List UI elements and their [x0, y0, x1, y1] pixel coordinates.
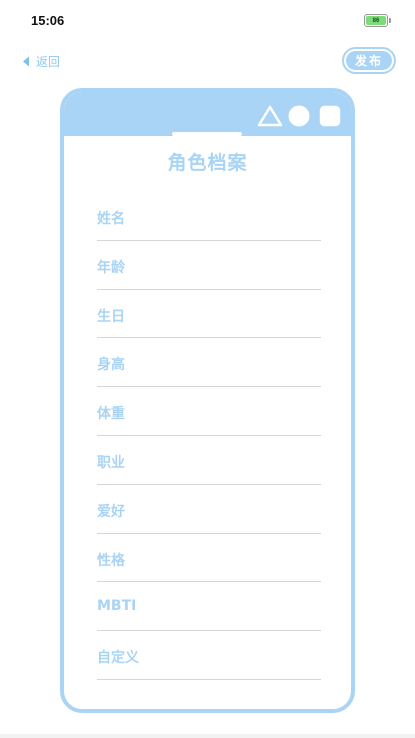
field-list: 姓名 年龄 生日 身高 体重 职业 爱好 性格 MBTI 自定义 — [97, 192, 321, 680]
field-name[interactable]: 姓名 — [97, 192, 321, 241]
field-label: 体重 — [97, 406, 125, 423]
field-label: 姓名 — [97, 211, 125, 227]
field-age[interactable]: 年龄 — [97, 241, 321, 290]
back-button[interactable]: 返回 — [22, 53, 60, 70]
circle-icon — [288, 105, 310, 131]
field-label: 性格 — [97, 552, 125, 569]
square-icon — [319, 105, 341, 131]
field-label: MBTI — [97, 598, 137, 615]
back-label: 返回 — [36, 55, 61, 69]
field-mbti[interactable]: MBTI — [97, 582, 321, 632]
field-label: 身高 — [97, 357, 125, 374]
battery-level: 86 — [372, 17, 380, 24]
profile-card: 角色档案 姓名 年龄 生日 身高 体重 职业 爱好 性格 MBTI 自定义 — [60, 88, 355, 713]
battery-fill: 86 — [366, 16, 386, 25]
field-hobby[interactable]: 爱好 — [97, 485, 321, 534]
field-occupation[interactable]: 职业 — [97, 436, 321, 485]
publish-button[interactable]: 发布 — [342, 47, 396, 74]
triangle-icon — [257, 105, 283, 131]
field-label: 年龄 — [97, 259, 125, 276]
field-label: 职业 — [97, 454, 125, 471]
field-custom[interactable]: 自定义 — [97, 631, 321, 680]
field-personality[interactable]: 性格 — [97, 534, 321, 583]
header-notch — [172, 132, 242, 136]
battery-icon: 86 — [364, 14, 388, 27]
field-weight[interactable]: 体重 — [97, 387, 321, 436]
status-time: 15:06 — [31, 13, 65, 28]
field-label: 爱好 — [97, 503, 125, 520]
card-title: 角色档案 — [167, 152, 248, 174]
field-label: 自定义 — [97, 650, 139, 667]
publish-label: 发布 — [346, 51, 392, 70]
battery-tip — [389, 18, 391, 23]
field-label: 生日 — [97, 308, 125, 325]
chevron-left-icon — [22, 56, 30, 67]
card-header — [64, 92, 351, 136]
bottom-divider — [0, 734, 415, 738]
screen: 15:06 86 返回 发布 角色档案 姓名 年龄 生日 身高 体重 职业 爱好… — [0, 0, 415, 738]
field-height[interactable]: 身高 — [97, 338, 321, 388]
field-birthday[interactable]: 生日 — [97, 290, 321, 339]
